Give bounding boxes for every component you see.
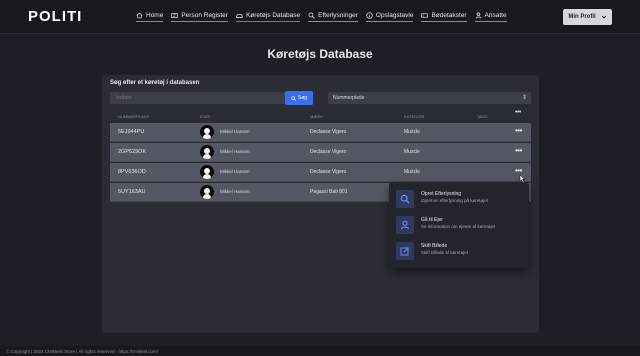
row-model: Declasse Vigero xyxy=(310,149,347,155)
mouse-cursor-icon xyxy=(519,174,526,184)
menu-create-wanted[interactable]: Opret Efterlysning Opret en efterlysning… xyxy=(396,188,522,210)
search-icon xyxy=(396,190,414,208)
row-model: Declasse Vigero xyxy=(310,129,347,135)
row-owner: Mikkel Hansen xyxy=(220,169,250,174)
nav-home-label: Home xyxy=(146,12,164,19)
menu-item-subtitle: Opret en efterlysning på køretøjet xyxy=(421,198,489,203)
politi-logo[interactable]: POLITI xyxy=(28,8,82,25)
nav-wanted[interactable]: Efterlysninger xyxy=(308,12,358,22)
page-title: Køretøjs Database xyxy=(267,47,373,61)
nav-employees-label: Ansatte xyxy=(484,12,507,19)
table-row[interactable]: 8PV636OD Mikkel Hansen Declasse Vigero M… xyxy=(110,163,531,182)
chevron-down-icon xyxy=(601,15,606,19)
nav-home[interactable]: Home xyxy=(136,12,164,22)
header-category: Kategori xyxy=(404,114,425,119)
table-row[interactable]: 5EJ944PU Mikkel Hansen Declasse Vigero M… xyxy=(110,123,531,142)
row-plate: 5EJ944PU xyxy=(118,129,145,135)
nav-notice-board-label: Opslagstavle xyxy=(375,12,414,19)
row-owner: Mikkel Hansen xyxy=(220,149,250,154)
my-profile-button[interactable]: Min Profil xyxy=(563,9,612,25)
main-nav: Home Person Register Køretøjs Database E… xyxy=(136,12,507,22)
row-plate: 2GP529OK xyxy=(118,149,147,155)
avatar xyxy=(200,145,214,159)
search-icon xyxy=(291,95,296,101)
avatar xyxy=(200,125,214,139)
avatar xyxy=(200,165,214,179)
row-owner: Mikkel Hansen xyxy=(220,129,250,134)
updown-chevron-icon: ⇕ xyxy=(521,95,527,101)
top-navbar: POLITI Home Person Register Køretøjs Dat… xyxy=(0,0,640,34)
row-more-icon[interactable]: ••• xyxy=(515,146,522,155)
nav-employees[interactable]: Ansatte xyxy=(474,12,507,22)
row-plate: 5UY163AU xyxy=(118,189,146,195)
search-icon xyxy=(308,12,315,19)
menu-item-title: Gå til Ejer xyxy=(421,217,443,223)
header-plate: Nummerplade xyxy=(118,114,150,119)
row-plate: 8PV636OD xyxy=(118,169,146,175)
ticket-icon xyxy=(421,13,429,18)
menu-item-subtitle: Skift billede af køretøjet xyxy=(421,250,469,255)
header-model: Mærk xyxy=(310,114,323,119)
info-icon xyxy=(366,12,373,19)
search-button[interactable]: Søg xyxy=(285,91,313,105)
search-category-value: Nummerplade xyxy=(333,95,365,101)
avatar xyxy=(200,185,214,199)
my-profile-label: Min Profil xyxy=(568,14,596,20)
table-header: Nummerplade Ejer Mærk Kategori Tags ••• xyxy=(110,109,531,122)
row-owner: Mikkel Hansen xyxy=(220,189,250,194)
menu-change-image[interactable]: Skift Billede Skift billede af køretøjet xyxy=(396,240,522,262)
menu-go-to-owner[interactable]: Gå til Ejer Se information om ejeren af … xyxy=(396,214,522,236)
id-card-icon xyxy=(171,13,178,18)
nav-person-register[interactable]: Person Register xyxy=(171,12,228,22)
panel-title: Søg efter et køretøj i databasen xyxy=(110,80,200,86)
row-category: Muscle xyxy=(404,169,420,175)
search-button-label: Søg xyxy=(297,95,308,101)
row-category: Muscle xyxy=(404,129,420,135)
search-input[interactable] xyxy=(110,92,287,104)
header-tags: Tags xyxy=(477,114,488,119)
row-category: Muscle xyxy=(404,149,420,155)
nav-wanted-label: Efterlysninger xyxy=(318,12,358,19)
row-context-menu: Opret Efterlysning Opret en efterlysning… xyxy=(389,182,529,268)
search-category-select[interactable]: Nummerplade ⇕ xyxy=(328,92,531,104)
footer: © Copyright | 2022 CMikkels Store | All … xyxy=(0,346,640,356)
row-model: Pegassi Bati 801 xyxy=(310,189,348,195)
nav-fines[interactable]: Bødetakster xyxy=(421,12,467,22)
row-more-icon[interactable]: ••• xyxy=(515,126,522,135)
user-icon xyxy=(396,216,414,234)
nav-fines-label: Bødetakster xyxy=(431,12,467,19)
header-owner: Ejer xyxy=(200,114,211,119)
table-row[interactable]: 2GP529OK Mikkel Hansen Declasse Vigero M… xyxy=(110,143,531,162)
nav-notice-board[interactable]: Opslagstavle xyxy=(365,12,414,22)
user-icon xyxy=(475,12,481,19)
footer-copyright: © Copyright | 2022 CMikkels Store | All … xyxy=(6,348,158,354)
menu-item-title: Skift Billede xyxy=(421,243,448,249)
nav-person-register-label: Person Register xyxy=(181,12,228,19)
edit-icon xyxy=(396,242,414,260)
menu-item-title: Opret Efterlysning xyxy=(421,191,462,197)
nav-vehicle-database[interactable]: Køretøjs Database xyxy=(235,12,301,22)
header-more-icon[interactable]: ••• xyxy=(515,109,521,116)
home-icon xyxy=(136,12,143,19)
car-icon xyxy=(236,14,243,19)
nav-vehicle-database-label: Køretøjs Database xyxy=(245,12,301,19)
row-model: Declasse Vigero xyxy=(310,169,347,175)
menu-item-subtitle: Se information om ejeren af køretøjet xyxy=(421,224,496,229)
